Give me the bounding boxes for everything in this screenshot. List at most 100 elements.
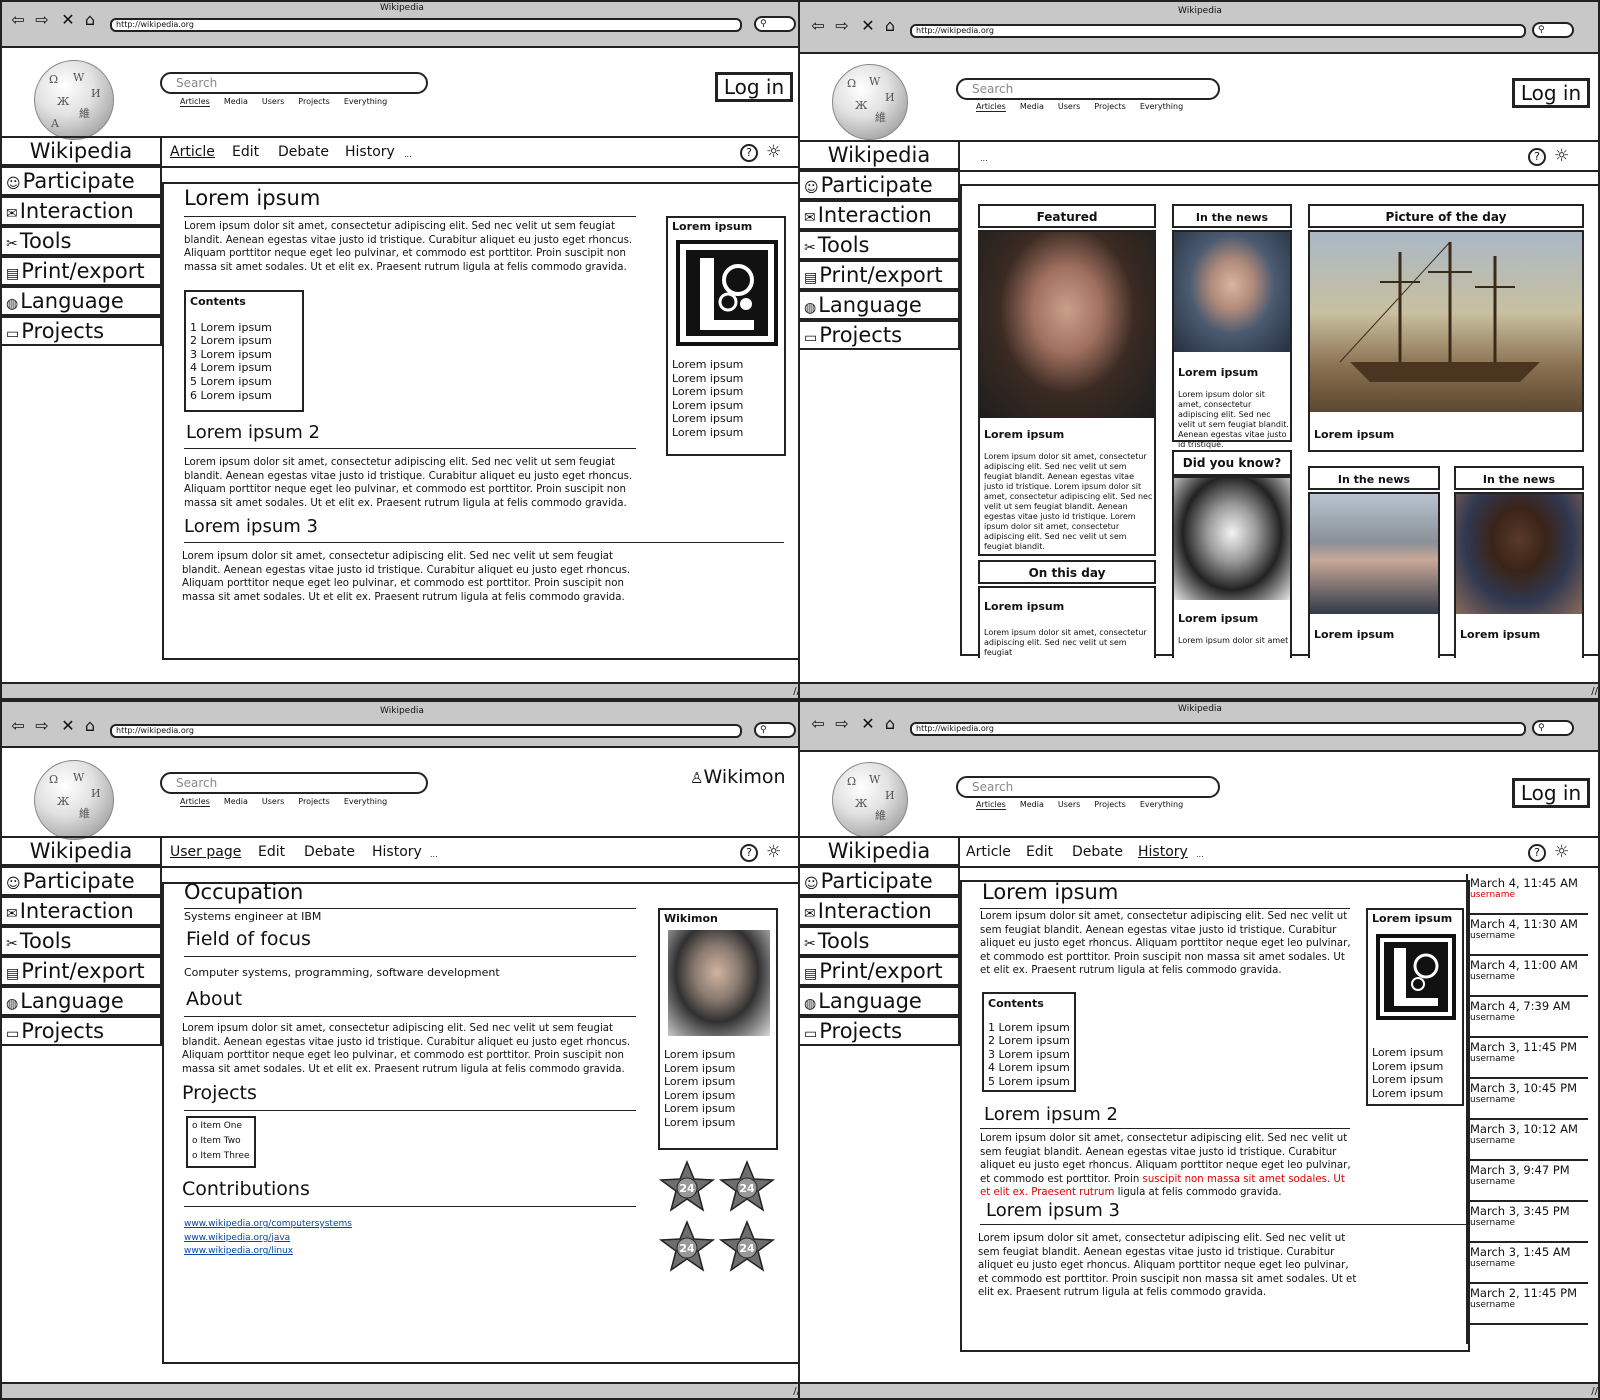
tab-more[interactable]: ...: [430, 850, 438, 859]
sidebar-item-print-export[interactable]: ▤Print/export: [2, 956, 162, 986]
forward-icon[interactable]: ⇨: [834, 18, 850, 34]
toc-item[interactable]: 4 Lorem ipsum: [988, 1061, 1070, 1075]
sidebar-item-participate[interactable]: ☺Participate: [2, 866, 162, 896]
tab-debate[interactable]: Debate: [304, 844, 355, 860]
sidebar-item-language[interactable]: ◍Language: [2, 286, 162, 316]
scope-articles[interactable]: Articles: [976, 800, 1006, 810]
home-icon[interactable]: ⌂: [882, 18, 898, 34]
sidebar-item-tools[interactable]: ✂Tools: [2, 226, 162, 256]
back-icon[interactable]: ⇦: [810, 716, 826, 732]
toc-item[interactable]: 3 Lorem ipsum: [988, 1048, 1070, 1062]
scope-everything[interactable]: Everything: [344, 797, 387, 807]
toc-item[interactable]: 5 Lorem ipsum: [190, 375, 298, 389]
revision-date[interactable]: March 3, 10:12 AM: [1470, 1122, 1588, 1136]
revision-username[interactable]: username: [1470, 1300, 1588, 1311]
scope-everything[interactable]: Everything: [1140, 800, 1183, 810]
close-icon[interactable]: ✕: [60, 12, 76, 28]
revision-row[interactable]: March 3, 9:47 PM username: [1468, 1161, 1588, 1202]
tab-history[interactable]: History: [372, 844, 422, 860]
browser-search-button[interactable]: ⚲: [754, 722, 796, 738]
tab-article[interactable]: Article: [966, 844, 1011, 860]
revision-date[interactable]: March 3, 10:45 PM: [1470, 1081, 1588, 1095]
settings-icon[interactable]: ☼: [1554, 146, 1569, 166]
tab-history[interactable]: History: [1138, 844, 1188, 860]
wikipedia-globe-logo[interactable]: ΩWИЖ維A: [34, 60, 114, 140]
scope-users[interactable]: Users: [262, 97, 284, 107]
toc-item[interactable]: 2 Lorem ipsum: [190, 334, 298, 348]
scope-users[interactable]: Users: [1058, 102, 1080, 112]
revision-username[interactable]: username: [1470, 1013, 1588, 1024]
scope-media[interactable]: Media: [224, 97, 248, 107]
tab-debate[interactable]: Debate: [278, 144, 329, 160]
home-icon[interactable]: ⌂: [82, 12, 98, 28]
scope-users[interactable]: Users: [1058, 800, 1080, 810]
forward-icon[interactable]: ⇨: [34, 12, 50, 28]
login-button[interactable]: Log in: [1512, 78, 1590, 108]
revision-row[interactable]: March 4, 11:30 AM username: [1468, 915, 1588, 956]
resize-grip-icon[interactable]: //: [1591, 1386, 1598, 1397]
contribution-link[interactable]: www.wikipedia.org/java: [184, 1232, 352, 1246]
toc-item[interactable]: 1 Lorem ipsum: [988, 1021, 1070, 1035]
sidebar-item-interaction[interactable]: ✉Interaction: [800, 200, 960, 230]
tab-edit[interactable]: Edit: [1026, 844, 1053, 860]
toc-item[interactable]: 2 Lorem ipsum: [988, 1034, 1070, 1048]
back-icon[interactable]: ⇦: [10, 718, 26, 734]
search-input[interactable]: Search: [956, 776, 1220, 798]
scope-articles[interactable]: Articles: [976, 102, 1006, 112]
sidebar-item-projects[interactable]: ▭Projects: [2, 316, 162, 346]
scope-users[interactable]: Users: [262, 797, 284, 807]
sidebar-item-language[interactable]: ◍Language: [800, 986, 960, 1016]
scope-articles[interactable]: Articles: [180, 97, 210, 107]
toc-item[interactable]: 3 Lorem ipsum: [190, 348, 298, 362]
sidebar-item-participate[interactable]: ☺Participate: [800, 866, 960, 896]
revision-row[interactable]: March 3, 1:45 AM username: [1468, 1243, 1588, 1284]
tab-history[interactable]: History: [345, 144, 395, 160]
revision-row[interactable]: March 4, 11:00 AM username: [1468, 956, 1588, 997]
toc-item[interactable]: 6 Lorem ipsum: [190, 389, 298, 403]
tab-more[interactable]: ...: [404, 150, 412, 159]
revision-row[interactable]: March 2, 11:45 PM username: [1468, 1284, 1588, 1325]
tab-more[interactable]: ...: [980, 154, 988, 163]
sidebar-item-language[interactable]: ◍Language: [800, 290, 960, 320]
forward-icon[interactable]: ⇨: [34, 718, 50, 734]
revision-date[interactable]: March 4, 11:00 AM: [1470, 958, 1588, 972]
help-icon[interactable]: ?: [1528, 148, 1546, 166]
tab-user-page[interactable]: User page: [170, 844, 241, 860]
sidebar-title[interactable]: Wikipedia: [800, 836, 960, 866]
sidebar-item-language[interactable]: ◍Language: [2, 986, 162, 1016]
revision-username[interactable]: username: [1470, 1095, 1588, 1106]
close-icon[interactable]: ✕: [860, 18, 876, 34]
scope-media[interactable]: Media: [1020, 102, 1044, 112]
toc-item[interactable]: 4 Lorem ipsum: [190, 361, 298, 375]
revision-row[interactable]: March 3, 10:12 AM username: [1468, 1120, 1588, 1161]
forward-icon[interactable]: ⇨: [834, 716, 850, 732]
sidebar-item-tools[interactable]: ✂Tools: [800, 230, 960, 260]
scope-media[interactable]: Media: [224, 797, 248, 807]
help-icon[interactable]: ?: [1528, 844, 1546, 862]
sidebar-item-interaction[interactable]: ✉Interaction: [2, 896, 162, 926]
revision-username[interactable]: username: [1470, 1054, 1588, 1065]
revision-row[interactable]: March 4, 7:39 AM username: [1468, 997, 1588, 1038]
scope-projects[interactable]: Projects: [298, 797, 330, 807]
settings-icon[interactable]: ☼: [1554, 842, 1569, 862]
settings-icon[interactable]: ☼: [766, 142, 781, 162]
home-icon[interactable]: ⌂: [82, 718, 98, 734]
tab-article[interactable]: Article: [170, 144, 215, 160]
revision-date[interactable]: March 4, 7:39 AM: [1470, 999, 1588, 1013]
url-bar[interactable]: http://wikipedia.org: [910, 722, 1526, 736]
tab-more[interactable]: ...: [1196, 850, 1204, 859]
scope-projects[interactable]: Projects: [298, 97, 330, 107]
tab-edit[interactable]: Edit: [258, 844, 285, 860]
sidebar-item-projects[interactable]: ▭Projects: [800, 1016, 960, 1046]
project-item[interactable]: o Item One: [192, 1119, 250, 1134]
sidebar-title[interactable]: Wikipedia: [2, 136, 162, 166]
sidebar-item-print-export[interactable]: ▤Print/export: [800, 260, 960, 290]
browser-search-button[interactable]: ⚲: [1532, 22, 1574, 38]
wikipedia-globe-logo[interactable]: ΩWИЖ維: [832, 762, 908, 838]
sidebar-item-participate[interactable]: ☺Participate: [800, 170, 960, 200]
search-input[interactable]: Search: [160, 772, 428, 794]
url-bar[interactable]: http://wikipedia.org: [110, 18, 742, 32]
revision-username[interactable]: username: [1470, 1259, 1588, 1270]
tab-debate[interactable]: Debate: [1072, 844, 1123, 860]
revision-date[interactable]: March 4, 11:30 AM: [1470, 917, 1588, 931]
